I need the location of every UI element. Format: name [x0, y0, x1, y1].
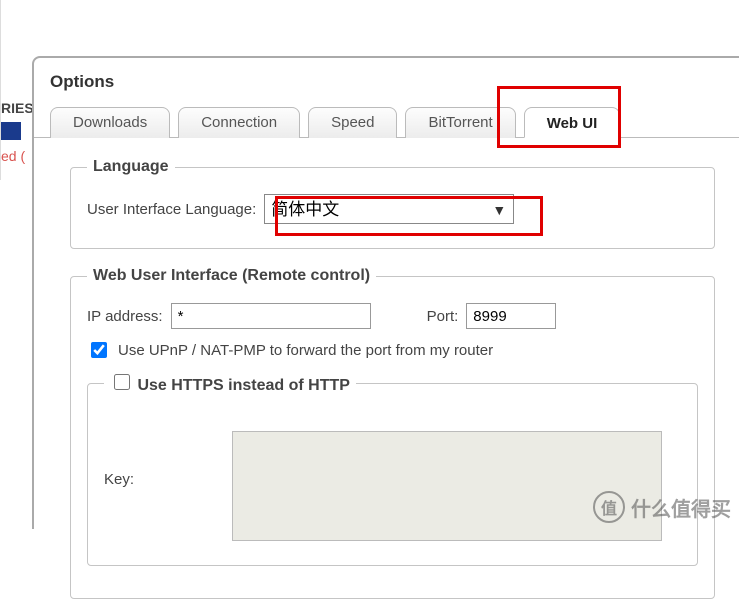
port-label: Port:	[427, 308, 459, 325]
tab-bittorrent[interactable]: BitTorrent	[405, 107, 515, 138]
tab-downloads[interactable]: Downloads	[50, 107, 170, 138]
panel-title: Options	[34, 58, 739, 106]
options-panel: Options Downloads Connection Speed BitTo…	[32, 56, 739, 529]
language-select[interactable]: 简体中文	[264, 194, 514, 224]
watermark-text: 什么值得买	[631, 493, 731, 522]
upnp-checkbox[interactable]	[91, 342, 107, 358]
fragment-highlight	[1, 122, 21, 140]
port-input[interactable]	[466, 303, 556, 329]
ip-label: IP address:	[87, 308, 163, 325]
watermark: 值 什么值得买	[593, 491, 731, 523]
left-page-fragment: RIES ed (	[0, 0, 32, 180]
fragment-text-1: RIES	[1, 100, 34, 116]
language-legend: Language	[87, 158, 175, 176]
tabs-bar: Downloads Connection Speed BitTorrent We…	[34, 106, 739, 138]
tab-web-ui[interactable]: Web UI	[524, 107, 621, 138]
tab-speed[interactable]: Speed	[308, 107, 397, 138]
key-textarea[interactable]	[232, 431, 662, 541]
https-checkbox[interactable]	[114, 374, 130, 390]
https-fieldset: Use HTTPS instead of HTTP Key:	[87, 371, 698, 566]
upnp-label: Use UPnP / NAT-PMP to forward the port f…	[118, 342, 493, 359]
tab-content: Language User Interface Language: 简体中文 ▼…	[34, 138, 739, 599]
webui-legend: Web User Interface (Remote control)	[87, 267, 376, 285]
watermark-badge-icon: 值	[593, 491, 625, 523]
key-label: Key:	[104, 431, 224, 488]
ip-input[interactable]	[171, 303, 371, 329]
https-legend-text: Use HTTPS instead of HTTP	[137, 377, 349, 394]
tab-connection[interactable]: Connection	[178, 107, 300, 138]
https-legend: Use HTTPS instead of HTTP	[104, 371, 356, 395]
fragment-text-2: ed (	[1, 148, 25, 164]
language-fieldset: Language User Interface Language: 简体中文 ▼	[70, 158, 715, 249]
webui-fieldset: Web User Interface (Remote control) IP a…	[70, 267, 715, 599]
language-label: User Interface Language:	[87, 201, 256, 218]
